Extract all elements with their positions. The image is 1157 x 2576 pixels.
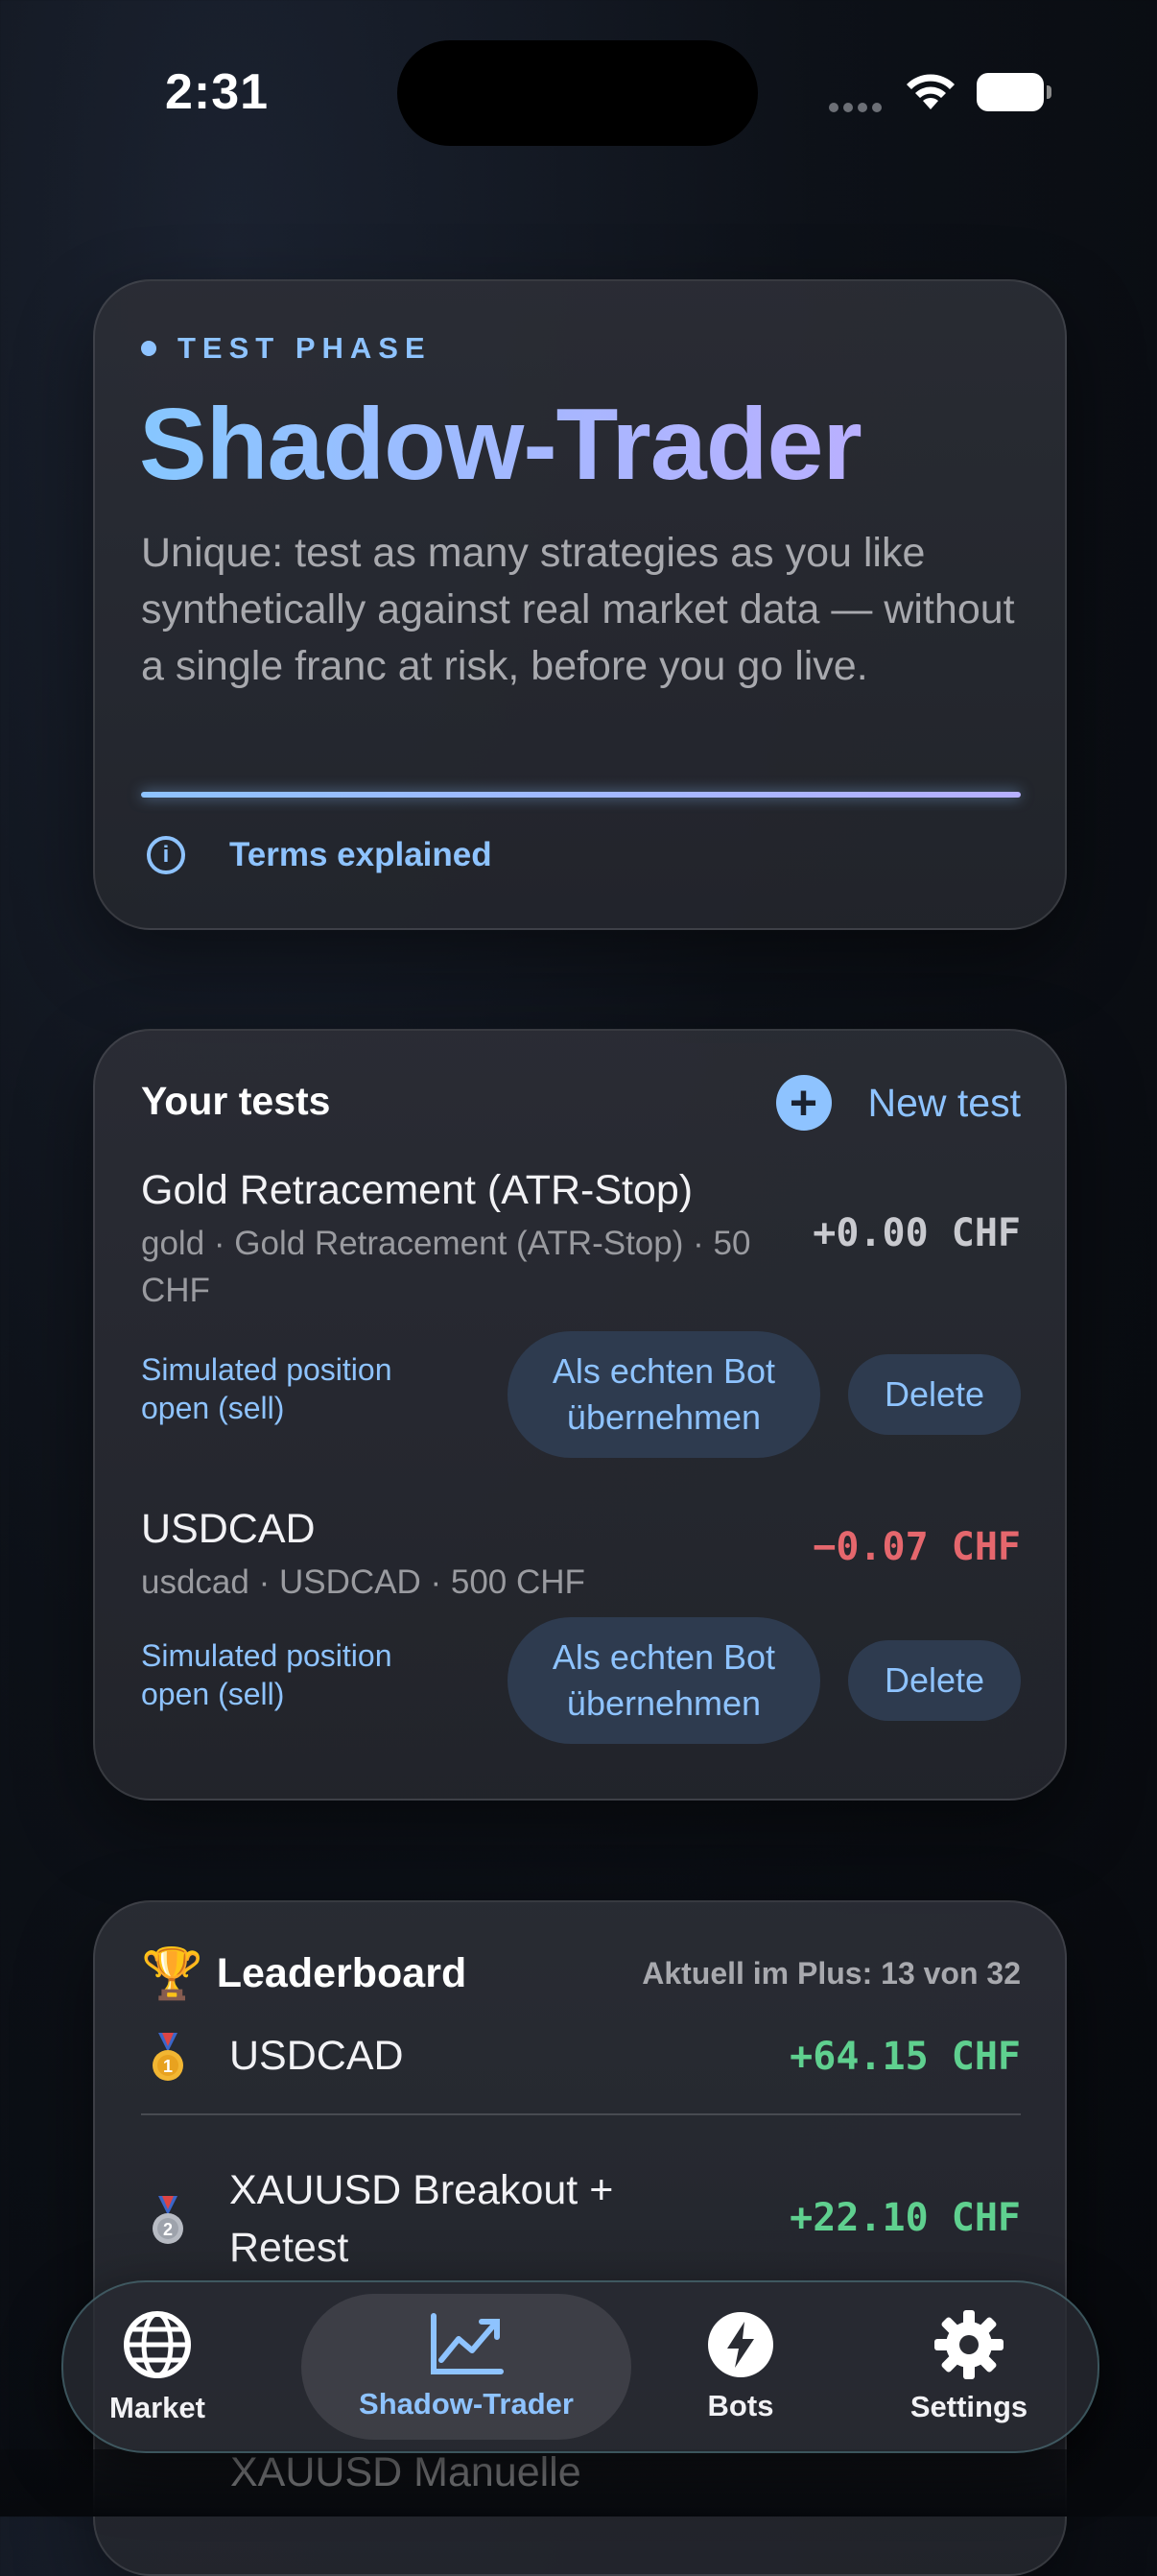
test-status: Simulated position open (sell) [141, 1638, 392, 1711]
leaderboard-title: Leaderboard [216, 1950, 467, 1996]
tab-bots[interactable]: Bots [670, 2282, 812, 2451]
silver-medal-icon: 2 [153, 2196, 183, 2244]
lightning-icon [708, 2312, 773, 2377]
battery-icon [977, 73, 1053, 113]
test-meta: usdcad · USDCAD · 500 CHF [141, 1563, 585, 1601]
status-dot-icon [141, 341, 156, 356]
tab-bar: Market Shadow-Trader Bots Settings [61, 2280, 1099, 2453]
status-bar: 2:31 [0, 0, 1157, 192]
new-test-label: New test [867, 1080, 1022, 1125]
dynamic-island [397, 40, 758, 146]
test-item[interactable]: USDCAD usdcad · USDCAD · 500 CHF −0.07 C… [141, 1506, 1021, 1744]
hero-card: TEST PHASE Shadow-Trader Unique: test as… [93, 279, 1067, 930]
tab-settings-label: Settings [909, 2390, 1028, 2423]
svg-text:2: 2 [163, 2220, 173, 2239]
leaderboard-row[interactable]: 1 USDCAD +64.15 CHF [141, 2027, 1021, 2085]
svg-text:1: 1 [163, 2057, 173, 2076]
tab-bots-label: Bots [707, 2389, 774, 2422]
trophy-icon: 🏆 [141, 1946, 203, 2002]
terms-explained-label: Terms explained [229, 836, 492, 873]
delete-button[interactable]: Delete [848, 1354, 1021, 1435]
leaderboard-name: XAUUSD Breakout + Retest [229, 2167, 614, 2271]
gear-icon [934, 2310, 1004, 2379]
your-tests-heading: Your tests [141, 1079, 331, 1123]
delete-button[interactable]: Delete [848, 1640, 1021, 1721]
test-status: Simulated position open (sell) [141, 1352, 392, 1425]
terms-explained-link[interactable]: i Terms explained [147, 836, 492, 874]
page-title: Shadow-Trader [139, 388, 862, 501]
your-tests-card: Your tests + New test Gold Retracement (… [93, 1029, 1067, 1801]
test-pnl: +0.00 CHF [813, 1211, 1021, 1255]
leaderboard-summary: Aktuell im Plus: 13 von 32 [642, 1956, 1021, 1991]
leaderboard-divider [141, 2113, 1021, 2115]
adopt-as-bot-button[interactable]: Als echten Bot übernehmen [508, 1617, 820, 1744]
test-phase-badge: TEST PHASE [141, 331, 432, 366]
wifi-icon [907, 74, 955, 109]
gold-medal-icon: 1 [153, 2033, 183, 2081]
tab-shadow-trader[interactable]: Shadow-Trader [301, 2294, 631, 2440]
hero-divider [141, 792, 1021, 798]
adopt-as-bot-button[interactable]: Als echten Bot übernehmen [508, 1331, 820, 1458]
leaderboard-row-partial: XAUUSD Manuelle [230, 2449, 581, 2495]
plus-icon: + [775, 1075, 832, 1131]
hero-description: Unique: test as many strategies as you l… [141, 530, 1015, 689]
test-phase-label: TEST PHASE [177, 331, 432, 365]
leaderboard-header: 🏆 Leaderboard [141, 1944, 466, 2003]
test-meta: gold · Gold Retracement (ATR-Stop) · 50 … [141, 1225, 751, 1309]
leaderboard-name: USDCAD [229, 2033, 404, 2079]
test-pnl: −0.07 CHF [813, 1525, 1021, 1569]
tab-market-label: Market [109, 2391, 205, 2424]
tab-settings[interactable]: Settings [888, 2282, 1050, 2451]
test-item[interactable]: Gold Retracement (ATR-Stop) gold · Gold … [141, 1167, 1021, 1458]
tab-shadow-trader-label: Shadow-Trader [359, 2387, 574, 2421]
leaderboard-row[interactable]: 2 XAUUSD Breakout + Retest +22.10 CHF [141, 2161, 1021, 2277]
leaderboard-value: +22.10 CHF [790, 2196, 1021, 2240]
chart-line-icon [431, 2313, 504, 2374]
tab-market[interactable]: Market [86, 2282, 228, 2451]
leaderboard-value: +64.15 CHF [790, 2035, 1021, 2079]
cellular-icon [829, 100, 886, 112]
globe-icon [124, 2311, 191, 2378]
test-name: Gold Retracement (ATR-Stop) [141, 1167, 694, 1213]
new-test-button[interactable]: + New test [775, 1075, 1022, 1131]
info-icon: i [147, 836, 185, 874]
status-time: 2:31 [165, 64, 270, 120]
